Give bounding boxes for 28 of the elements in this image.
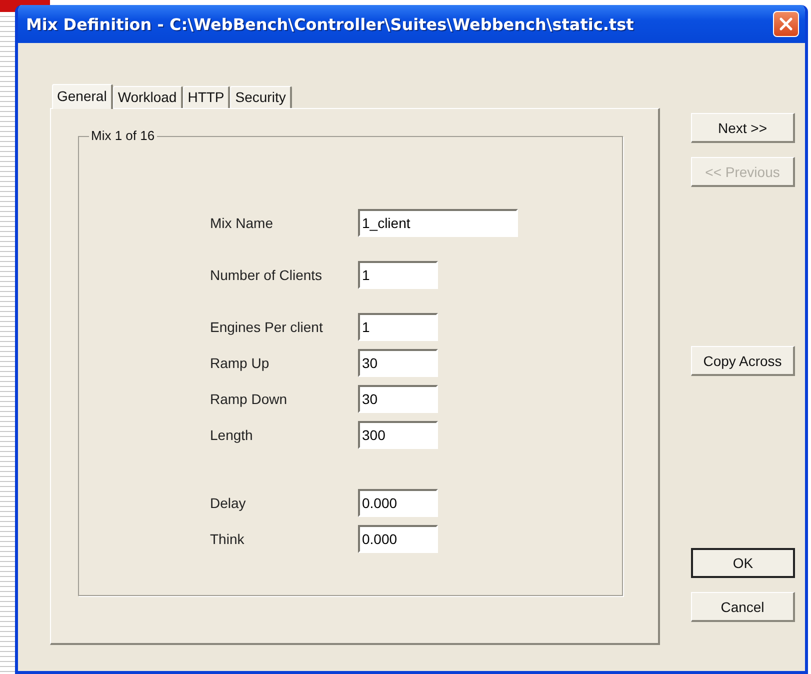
field-label: Ramp Down [210, 391, 288, 407]
field-label: Think [210, 531, 246, 547]
dialog-button[interactable]: Next >> [691, 113, 795, 143]
input-field[interactable]: 1 [358, 261, 438, 289]
field-label: Ramp Up [210, 355, 270, 371]
input-field[interactable]: 300 [358, 421, 438, 449]
close-icon [779, 17, 793, 31]
input-field[interactable]: 1_client [358, 209, 518, 237]
dialog-button[interactable]: Copy Across [691, 346, 795, 376]
field-label: Mix Name [210, 215, 274, 231]
input-field[interactable]: 30 [358, 349, 438, 377]
field-label: Engines Per client [210, 319, 324, 335]
tab[interactable]: Workload [112, 86, 183, 108]
tab[interactable]: General [52, 84, 113, 109]
input-field[interactable]: 0.000 [358, 489, 438, 517]
tab[interactable]: HTTP [182, 86, 230, 108]
dialog-button[interactable]: Cancel [691, 592, 795, 622]
field-label: Number of Clients [210, 267, 324, 283]
close-button[interactable] [773, 11, 799, 37]
input-field[interactable]: 1 [358, 313, 438, 341]
input-field[interactable]: 0.000 [358, 525, 438, 553]
field-label: Length [210, 427, 254, 443]
dialog-button[interactable]: OK [691, 548, 795, 578]
input-field[interactable]: 30 [358, 385, 438, 413]
window-title: Mix Definition - C:\WebBench\Controller\Suites\Webbench\static.tst [26, 14, 635, 34]
field-label: Delay [210, 495, 247, 511]
group-title: Mix 1 of 16 [89, 128, 157, 143]
tab[interactable]: Security [230, 86, 292, 108]
